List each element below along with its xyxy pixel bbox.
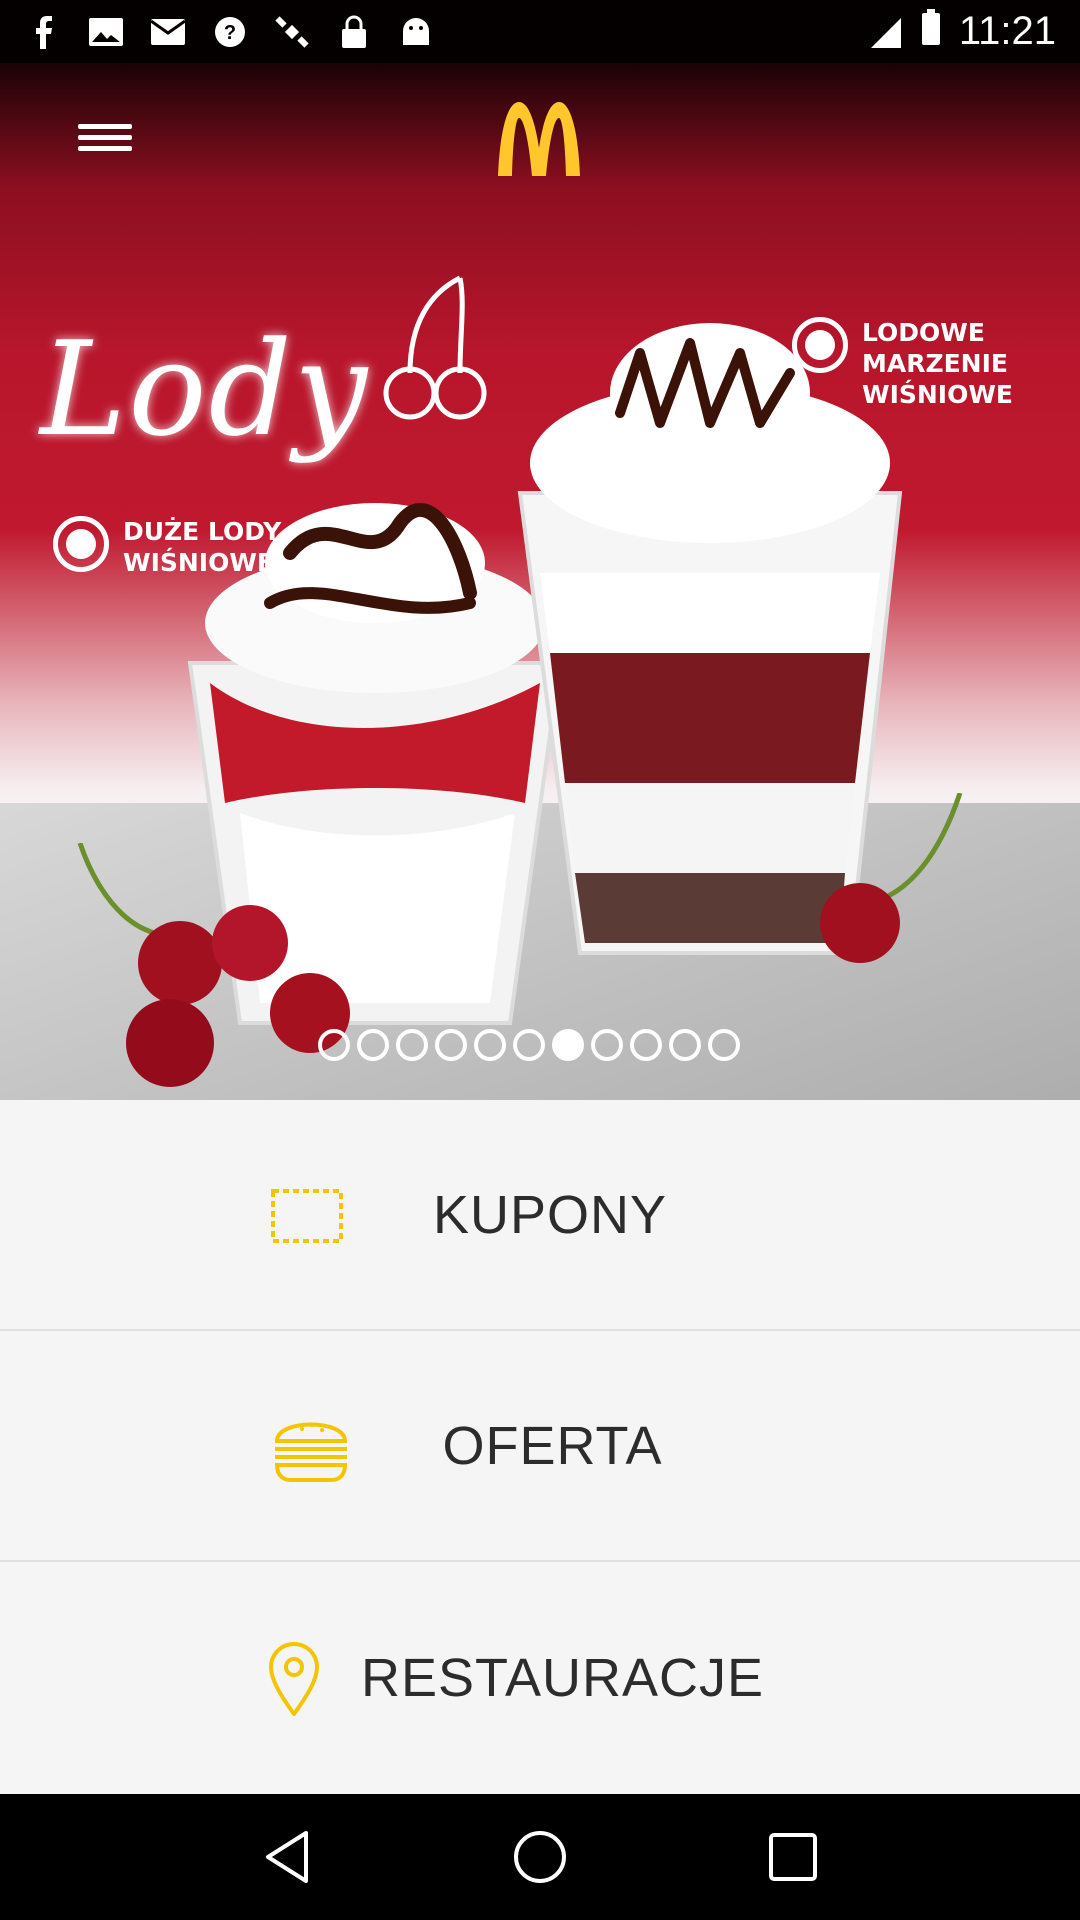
carousel-dot[interactable] [357,1029,389,1061]
carousel-dot[interactable] [318,1029,350,1061]
battery-icon [921,8,941,55]
system-nav-bar [0,1794,1080,1920]
carousel-dot[interactable] [669,1029,701,1061]
carousel-pager[interactable] [318,1029,740,1061]
menu-item-restauracje[interactable]: RESTAURACJE [0,1562,1080,1793]
clock: 11:21 [958,9,1056,53]
carousel-dot[interactable] [630,1029,662,1061]
menu-line [78,124,132,129]
back-icon [265,1831,308,1883]
carousel-dot[interactable] [396,1029,428,1061]
hotspot-icon [53,516,109,572]
recents-button[interactable] [758,1822,828,1892]
help-icon: ? [210,12,250,52]
carousel-dot[interactable] [591,1029,623,1061]
location-pin-icon [268,1642,320,1716]
menu-item-oferta[interactable]: OFERTA [0,1331,1080,1562]
main-menu: KUPONY OFERTA RESTAURACJE [0,1100,1080,1794]
promo-banner[interactable]: Lody DUŻE LODY WIŚNIOWE LODOWE MARZENIE … [0,63,1080,1100]
signal-icon [869,14,903,50]
facebook-icon [24,12,64,52]
carousel-dot[interactable] [435,1029,467,1061]
recents-icon [769,1833,818,1881]
menu-item-label: RESTAURACJE [360,1647,765,1708]
menu-line [78,135,132,140]
coupon-icon [271,1189,343,1243]
carousel-dot[interactable] [513,1029,545,1061]
hamburger-menu-button[interactable] [78,118,132,162]
image-icon [86,12,126,52]
lock-icon [334,12,374,52]
label-line: LODOWE [862,318,985,347]
mcdonalds-logo[interactable] [494,98,584,176]
mail-icon [148,12,188,52]
svg-text:?: ? [224,22,236,44]
menu-item-label: KUPONY [432,1184,668,1245]
carousel-dot[interactable] [474,1029,506,1061]
label-line: WIŚNIOWE [123,548,275,577]
banner-title: Lody [40,313,370,465]
burger-icon [274,1422,348,1482]
label-line: WIŚNIOWE [862,380,1014,409]
hotspot-icon [792,317,848,373]
menu-item-label: OFERTA [442,1415,663,1476]
product-label-right[interactable]: LODOWE MARZENIE WIŚNIOWE [792,317,1013,410]
carousel-dot[interactable] [708,1029,740,1061]
menu-line [78,146,132,151]
status-right: 11:21 [869,8,1056,55]
satellite-icon [272,12,312,52]
cherry-doodle-icon [383,275,487,420]
menu-item-kupony[interactable]: KUPONY [0,1100,1080,1331]
cherries-image [77,843,350,1087]
label-line: MARZENIE [862,349,1008,378]
cherry-image [820,793,963,963]
android-icon [396,12,436,52]
back-button[interactable] [252,1822,322,1892]
notification-icons: ? [24,12,436,52]
home-icon [513,1831,566,1883]
home-button[interactable] [505,1822,575,1892]
label-line: DUŻE LODY [123,517,282,546]
status-bar: ? 11:21 [0,0,1080,63]
carousel-dot[interactable] [552,1029,584,1061]
product-label-left[interactable]: DUŻE LODY WIŚNIOWE [53,516,281,578]
